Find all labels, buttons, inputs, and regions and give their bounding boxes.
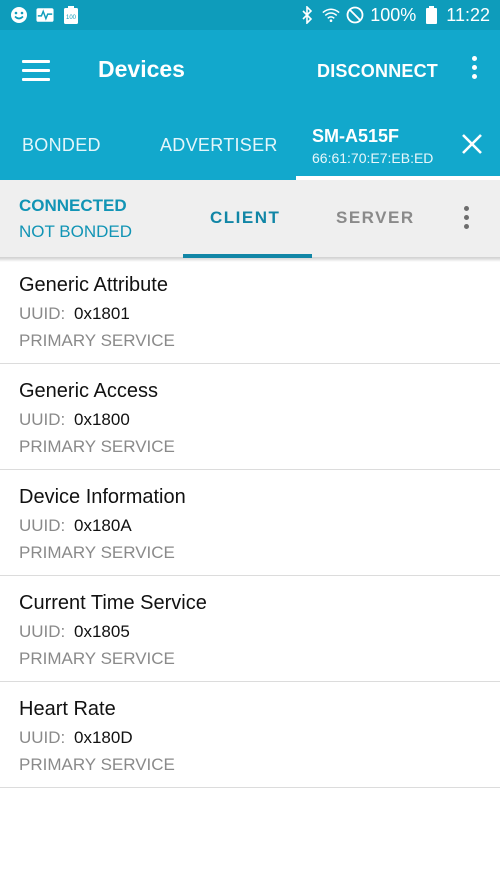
device-mac-address: 66:61:70:E7:EB:ED <box>312 150 434 166</box>
uuid-label: UUID: <box>19 728 66 747</box>
service-type: PRIMARY SERVICE <box>19 331 175 350</box>
uuid-label: UUID: <box>19 622 66 641</box>
header-shadow <box>0 258 500 262</box>
service-name: Current Time Service <box>19 592 207 614</box>
overflow-menu-icon[interactable] <box>464 56 484 86</box>
page-title: Devices <box>98 56 185 82</box>
tab-connected-device[interactable]: SM-A515F 66:61:70:E7:EB:ED <box>296 120 500 180</box>
connection-status: CONNECTED <box>19 196 127 215</box>
app-bar: Devices DISCONNECT BONDED ADVERTISER SM-… <box>0 30 500 180</box>
sub-overflow-menu-icon[interactable] <box>457 206 475 234</box>
svg-text:100: 100 <box>66 15 77 21</box>
battery-100-icon: 100 <box>62 6 80 24</box>
connection-header: CONNECTED NOT BONDED CLIENT SERVER <box>0 180 500 258</box>
uuid-value: 0x180D <box>74 728 133 747</box>
service-type: PRIMARY SERVICE <box>19 543 175 562</box>
uuid-value: 0x180A <box>74 516 132 535</box>
service-list: Generic Attribute UUID: 0x1801 PRIMARY S… <box>0 258 500 788</box>
disconnect-button[interactable]: DISCONNECT <box>317 61 438 82</box>
hamburger-menu-icon[interactable] <box>22 60 50 82</box>
service-type: PRIMARY SERVICE <box>19 755 175 774</box>
tab-client[interactable]: CLIENT <box>210 208 280 228</box>
list-item[interactable]: Device Information UUID: 0x180A PRIMARY … <box>0 470 500 576</box>
list-item[interactable]: Heart Rate UUID: 0x180D PRIMARY SERVICE <box>0 682 500 788</box>
bluetooth-icon <box>298 6 316 24</box>
wifi-icon <box>322 6 340 24</box>
service-name: Device Information <box>19 486 186 508</box>
bond-status: NOT BONDED <box>19 222 133 241</box>
service-type: PRIMARY SERVICE <box>19 437 175 456</box>
uuid-label: UUID: <box>19 410 66 429</box>
device-name: SM-A515F <box>312 126 400 146</box>
tab-bonded[interactable]: BONDED <box>22 135 101 156</box>
clock: 11:22 <box>446 4 490 25</box>
status-right-icons: 100% 11:22 <box>298 3 490 27</box>
device-tabs: BONDED ADVERTISER SM-A515F 66:61:70:E7:E… <box>0 120 500 180</box>
service-name: Generic Attribute <box>19 274 168 296</box>
uuid-label: UUID: <box>19 304 66 323</box>
service-type: PRIMARY SERVICE <box>19 649 175 668</box>
service-name: Generic Access <box>19 380 158 402</box>
battery-percent: 100% <box>370 4 417 25</box>
battery-icon <box>422 6 440 24</box>
list-item[interactable]: Generic Attribute UUID: 0x1801 PRIMARY S… <box>0 258 500 364</box>
list-item[interactable]: Current Time Service UUID: 0x1805 PRIMAR… <box>0 576 500 682</box>
uuid-value: 0x1805 <box>74 622 130 641</box>
uuid-value: 0x1800 <box>74 410 130 429</box>
uuid-value: 0x1801 <box>74 304 130 323</box>
uuid-label: UUID: <box>19 516 66 535</box>
activity-icon <box>36 6 54 24</box>
service-name: Heart Rate <box>19 698 116 720</box>
smiley-icon <box>10 6 28 24</box>
status-bar: 100 100% 11:22 <box>0 0 500 30</box>
status-left-icons: 100 <box>10 5 80 25</box>
tab-server[interactable]: SERVER <box>336 208 415 228</box>
list-item[interactable]: Generic Access UUID: 0x1800 PRIMARY SERV… <box>0 364 500 470</box>
do-not-disturb-icon <box>346 6 364 24</box>
tab-advertiser[interactable]: ADVERTISER <box>160 135 278 156</box>
close-icon[interactable] <box>460 132 484 156</box>
